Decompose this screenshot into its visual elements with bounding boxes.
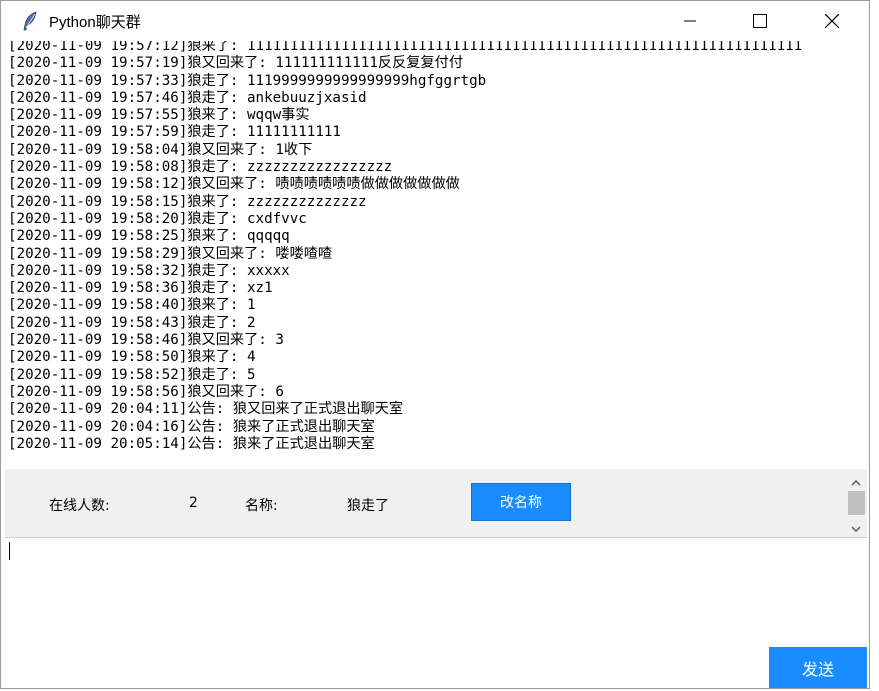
message-input[interactable] bbox=[5, 537, 867, 649]
chat-message: [2020-11-09 19:57:33]狼走了: 11199999999999… bbox=[8, 72, 487, 89]
chevron-up-icon bbox=[851, 471, 861, 490]
chat-message: [2020-11-09 19:57:46]狼走了: ankebuuzjxasid bbox=[8, 89, 367, 106]
chat-message: [2020-11-09 19:57:59]狼走了: 11111111111 bbox=[8, 124, 341, 141]
chat-message: [2020-11-09 19:58:29]狼又回来了: 喽喽喳喳 bbox=[8, 245, 333, 262]
feather-icon bbox=[21, 11, 39, 31]
maximize-button[interactable] bbox=[737, 1, 783, 41]
chat-window: Python聊天群 [2020-11-09 19:57:12]狼来了: 1111… bbox=[0, 0, 870, 689]
chat-message: [2020-11-09 19:57:55]狼来了: wqqw事实 bbox=[8, 107, 310, 124]
maximize-icon bbox=[753, 14, 767, 28]
chevron-down-icon bbox=[851, 517, 861, 536]
scroll-up-button[interactable] bbox=[845, 471, 867, 489]
chat-message: [2020-11-09 19:58:25]狼来了: qqqqq bbox=[8, 228, 290, 245]
online-count-value: 2 bbox=[189, 495, 198, 511]
chat-message: [2020-11-09 19:58:12]狼又回来了: 啧啧啧啧啧啧做做做做做做… bbox=[8, 176, 460, 193]
chat-log-scrollbar[interactable] bbox=[845, 469, 867, 537]
chat-message: [2020-11-09 19:57:12]狼来了: 11111111111111… bbox=[8, 41, 803, 54]
scroll-down-button[interactable] bbox=[845, 517, 867, 535]
minimize-icon bbox=[684, 15, 696, 27]
text-caret bbox=[9, 542, 10, 560]
scroll-thumb[interactable] bbox=[848, 491, 865, 515]
chat-message: [2020-11-09 19:57:19]狼又回来了: 111111111111… bbox=[8, 55, 464, 72]
chat-message: [2020-11-09 19:58:40]狼来了: 1 bbox=[8, 297, 256, 314]
chat-message: [2020-11-09 19:58:20]狼走了: cxdfvvc bbox=[8, 210, 307, 227]
chat-message: [2020-11-09 19:58:52]狼走了: 5 bbox=[8, 366, 256, 383]
minimize-button[interactable] bbox=[667, 1, 713, 41]
chat-message: [2020-11-09 19:58:50]狼来了: 4 bbox=[8, 349, 256, 366]
nickname-value: 狼走了 bbox=[347, 498, 389, 514]
chat-log[interactable]: [2020-11-09 19:57:12]狼来了: 11111111111111… bbox=[5, 41, 867, 469]
chat-message: [2020-11-09 19:58:46]狼又回来了: 3 bbox=[8, 332, 284, 349]
chat-message: [2020-11-09 20:04:11]公告: 狼又回来了正式退出聊天室 bbox=[8, 401, 404, 418]
chat-message: [2020-11-09 20:04:16]公告: 狼来了正式退出聊天室 bbox=[8, 418, 375, 435]
nickname-label: 名称: bbox=[245, 498, 278, 514]
chat-log-content: [2020-11-09 19:57:12]狼来了: 11111111111111… bbox=[8, 41, 867, 453]
chat-message: [2020-11-09 19:58:43]狼走了: 2 bbox=[8, 314, 256, 331]
chat-message: [2020-11-09 19:58:36]狼走了: xz1 bbox=[8, 280, 273, 297]
chat-message: [2020-11-09 19:58:56]狼又回来了: 6 bbox=[8, 383, 284, 400]
rename-button[interactable]: 改名称 bbox=[471, 483, 571, 521]
close-button[interactable] bbox=[809, 1, 855, 41]
chat-message: [2020-11-09 19:58:04]狼又回来了: 1收下 bbox=[8, 141, 313, 158]
info-bar: 在线人数: 2 名称: 狼走了 改名称 bbox=[5, 469, 845, 537]
chat-message: [2020-11-09 20:05:14]公告: 狼来了正式退出聊天室 bbox=[8, 435, 375, 452]
window-title: Python聊天群 bbox=[49, 14, 141, 31]
online-count-label: 在线人数: bbox=[49, 498, 110, 514]
close-icon bbox=[825, 14, 839, 28]
chat-message: [2020-11-09 19:58:32]狼走了: xxxxx bbox=[8, 262, 290, 279]
chat-message: [2020-11-09 19:58:08]狼走了: zzzzzzzzzzzzzz… bbox=[8, 159, 393, 176]
chat-message: [2020-11-09 19:58:15]狼来了: zzzzzzzzzzzzzz bbox=[8, 193, 367, 210]
send-button[interactable]: 发送 bbox=[769, 647, 867, 688]
title-bar[interactable]: Python聊天群 bbox=[1, 1, 869, 41]
